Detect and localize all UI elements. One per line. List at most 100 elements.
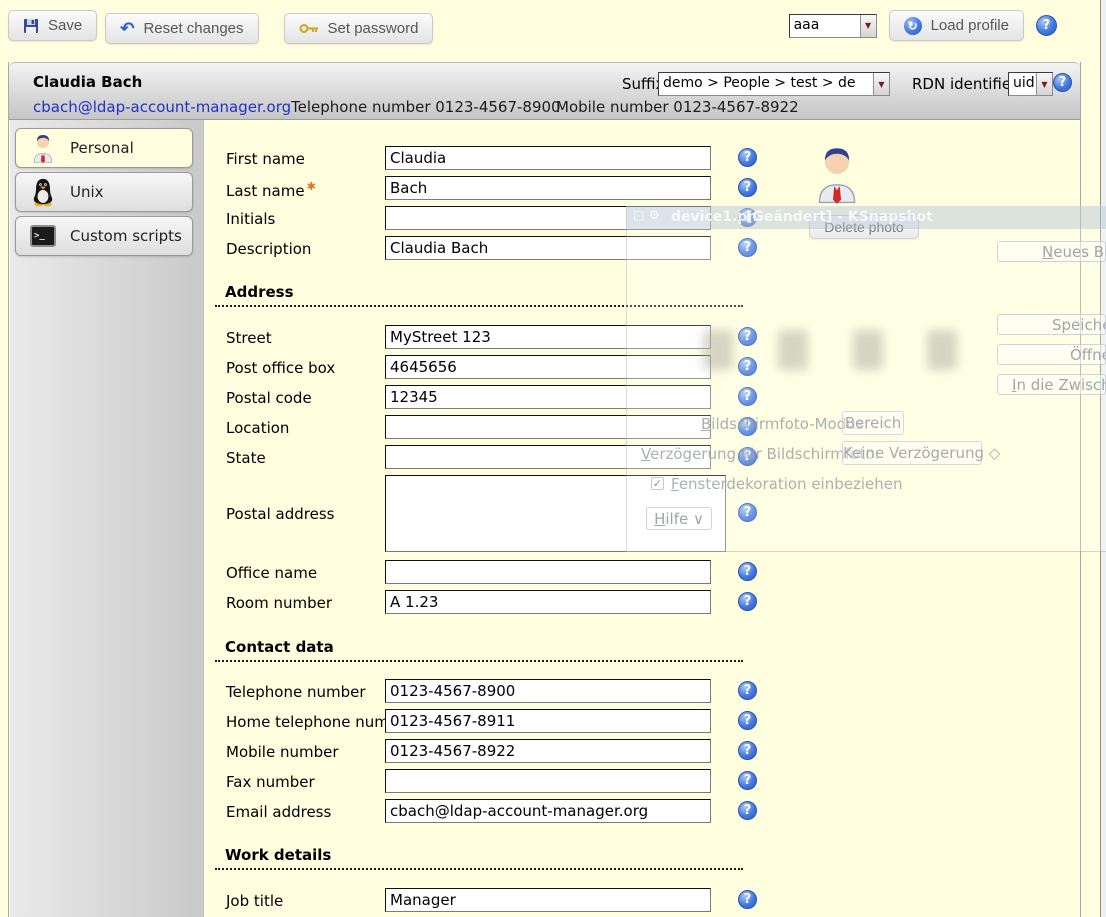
help-icon[interactable] [738, 771, 757, 790]
account-name: Claudia Bach [33, 73, 142, 91]
help-icon[interactable] [738, 357, 757, 376]
field-label: Last name✱ [226, 180, 316, 200]
field-label: Location [226, 419, 289, 437]
load-profile-label: Load profile [931, 17, 1009, 34]
job-title-input[interactable] [385, 888, 711, 912]
telephone-input[interactable] [385, 679, 711, 703]
toolbar: Save ↶ Reset changes Set password aaa ↻ … [8, 10, 1081, 44]
email-input[interactable] [385, 799, 711, 823]
home-telephone-input[interactable] [385, 709, 711, 733]
tab-label: Custom scripts [70, 227, 182, 245]
tab-unix[interactable]: Unix [15, 172, 193, 212]
field-label: Postal code [226, 389, 312, 407]
field-label: Fax number [226, 773, 315, 791]
state-input[interactable] [385, 445, 711, 469]
key-icon [299, 23, 319, 34]
mobile-input[interactable] [385, 739, 711, 763]
help-icon[interactable] [738, 387, 757, 406]
help-icon[interactable] [738, 681, 757, 700]
set-password-button[interactable]: Set password [284, 13, 434, 44]
help-icon[interactable] [738, 890, 757, 909]
suffix-select-value: demo > People > test > de [659, 73, 873, 95]
postal-code-input[interactable] [385, 385, 711, 409]
field-label: Email address [226, 803, 331, 821]
scrollbar[interactable] [1100, 0, 1106, 917]
field-label: Description [226, 240, 311, 258]
content-area: Personal Unix >_ Custom scripts First na… [9, 120, 1080, 917]
help-icon[interactable] [1053, 73, 1072, 92]
postal-address-textarea[interactable] [385, 475, 726, 552]
help-icon[interactable] [1036, 15, 1057, 36]
room-number-input[interactable] [385, 590, 711, 614]
delete-photo-button[interactable]: Delete photo [809, 215, 919, 239]
help-icon[interactable] [738, 592, 757, 611]
account-header: Claudia Bach cbach@ldap-account-manager.… [9, 62, 1080, 120]
floppy-icon [23, 18, 39, 34]
help-icon[interactable] [738, 711, 757, 730]
tab-label: Personal [70, 139, 134, 157]
field-label: Post office box [226, 359, 335, 377]
first-name-input[interactable] [385, 146, 711, 170]
personal-form: First name Last name✱ Initials Descripti… [204, 120, 1080, 917]
help-icon[interactable] [738, 562, 757, 581]
suffix-select[interactable]: demo > People > test > de [658, 72, 890, 96]
tab-custom-scripts[interactable]: >_ Custom scripts [15, 216, 193, 256]
rdn-select-value: uid [1009, 73, 1036, 95]
help-icon[interactable] [738, 503, 757, 522]
help-icon[interactable] [738, 447, 757, 466]
field-label: Telephone number [226, 683, 366, 701]
description-input[interactable] [385, 236, 711, 260]
email-link[interactable]: cbach@ldap-account-manager.org [33, 98, 291, 116]
section-header-contact: Contact data [215, 638, 743, 662]
field-label: Room number [226, 594, 332, 612]
chevron-down-icon [860, 15, 876, 37]
field-label: Initials [226, 210, 275, 228]
field-label: First name [226, 150, 305, 168]
field-label: Mobile number [226, 743, 339, 761]
set-password-label: Set password [328, 20, 419, 37]
load-profile-button[interactable]: ↻ Load profile [889, 10, 1024, 41]
tab-personal[interactable]: Personal [15, 128, 193, 168]
user-photo [814, 143, 860, 209]
person-icon [28, 133, 58, 163]
field-label: Job title [226, 892, 283, 910]
initials-input[interactable] [385, 206, 711, 230]
help-icon[interactable] [738, 417, 757, 436]
help-icon[interactable] [738, 801, 757, 820]
module-sidebar: Personal Unix >_ Custom scripts [10, 120, 204, 917]
header-telephone: Telephone number 0123-4567-8900 [291, 98, 561, 116]
header-mobile: Mobile number 0123-4567-8922 [556, 98, 799, 116]
save-button[interactable]: Save [8, 10, 97, 41]
profile-select[interactable]: aaa [789, 14, 877, 38]
required-marker: ✱ [307, 180, 316, 193]
reset-changes-button[interactable]: ↶ Reset changes [105, 13, 258, 44]
save-label: Save [48, 17, 82, 34]
help-icon[interactable] [738, 178, 757, 197]
location-input[interactable] [385, 415, 711, 439]
help-icon[interactable] [738, 208, 757, 227]
post-office-box-input[interactable] [385, 355, 711, 379]
fax-input[interactable] [385, 769, 711, 793]
help-icon[interactable] [738, 327, 757, 346]
help-icon[interactable] [738, 148, 757, 167]
undo-icon: ↶ [120, 20, 134, 37]
help-icon[interactable] [738, 238, 757, 257]
field-label: State [226, 449, 266, 467]
help-icon[interactable] [738, 741, 757, 760]
profile-select-value: aaa [790, 15, 860, 37]
section-header-address: Address [215, 283, 743, 307]
terminal-icon: >_ [28, 221, 58, 251]
office-name-input[interactable] [385, 560, 711, 584]
reset-label: Reset changes [143, 20, 243, 37]
toolbar-right: aaa ↻ Load profile [789, 10, 1057, 41]
last-name-input[interactable] [385, 176, 711, 200]
section-header-work: Work details [215, 846, 743, 870]
chevron-down-icon [873, 73, 889, 95]
rdn-label: RDN identifier [912, 75, 1017, 93]
rdn-select[interactable]: uid [1008, 72, 1053, 96]
refresh-icon: ↻ [904, 17, 922, 35]
account-container: Claudia Bach cbach@ldap-account-manager.… [8, 62, 1081, 917]
street-input[interactable] [385, 325, 711, 349]
tab-label: Unix [70, 183, 104, 201]
field-label: Office name [226, 564, 317, 582]
